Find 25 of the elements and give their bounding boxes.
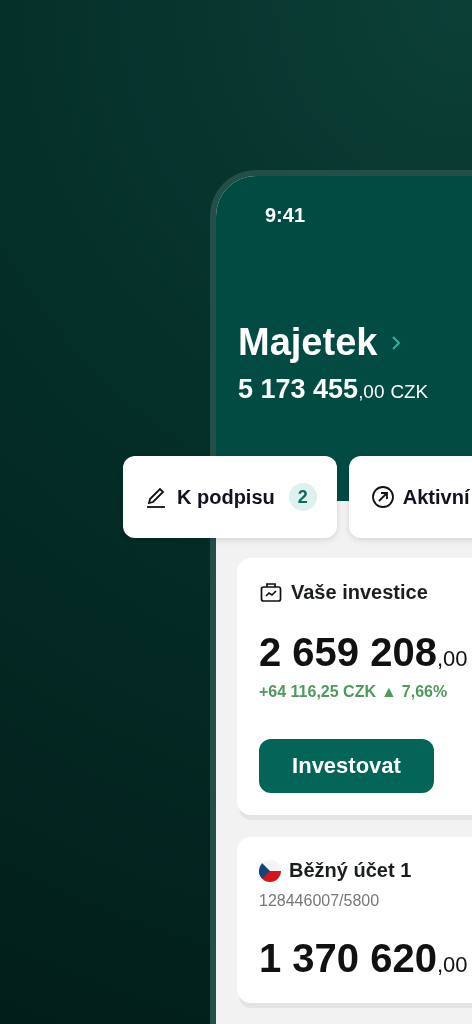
change-percent: 7,66% [401,683,448,701]
shortcut-chip[interactable]: Aktivní [348,456,472,538]
balance-amount: 2 659 208 [259,630,437,675]
page-title[interactable]: Majetek [238,321,378,364]
total-amount: 5 173 455 [238,374,359,405]
balance-decimals: ,00 [436,952,468,978]
chevron-right-icon[interactable] [391,334,402,351]
count-badge: 2 [288,483,317,511]
card-title: Běžný účet 1 [289,859,412,882]
card-title: Vaše investice [291,580,428,604]
briefcase-chart-icon [259,580,283,604]
status-time: 9:41 [265,204,306,227]
chip-label: Aktivní [402,485,470,509]
account-number: 128446007/5800 [259,892,381,910]
chip-label: K podpisu [177,485,275,509]
change-amount: +64 116,25 CZK [259,683,376,701]
total-decimals: ,00 [358,381,385,403]
balance-decimals: ,00 [436,646,468,672]
total-currency: CZK [390,381,429,403]
invest-button[interactable]: Investovat [259,739,434,793]
trend-arrow: ▲ [380,683,397,701]
flag-icon [259,859,281,882]
arrow-circle-icon [370,485,395,509]
shortcut-chip[interactable]: K podpisu 2 [123,456,337,538]
balance-amount: 1 370 620 [259,936,437,981]
